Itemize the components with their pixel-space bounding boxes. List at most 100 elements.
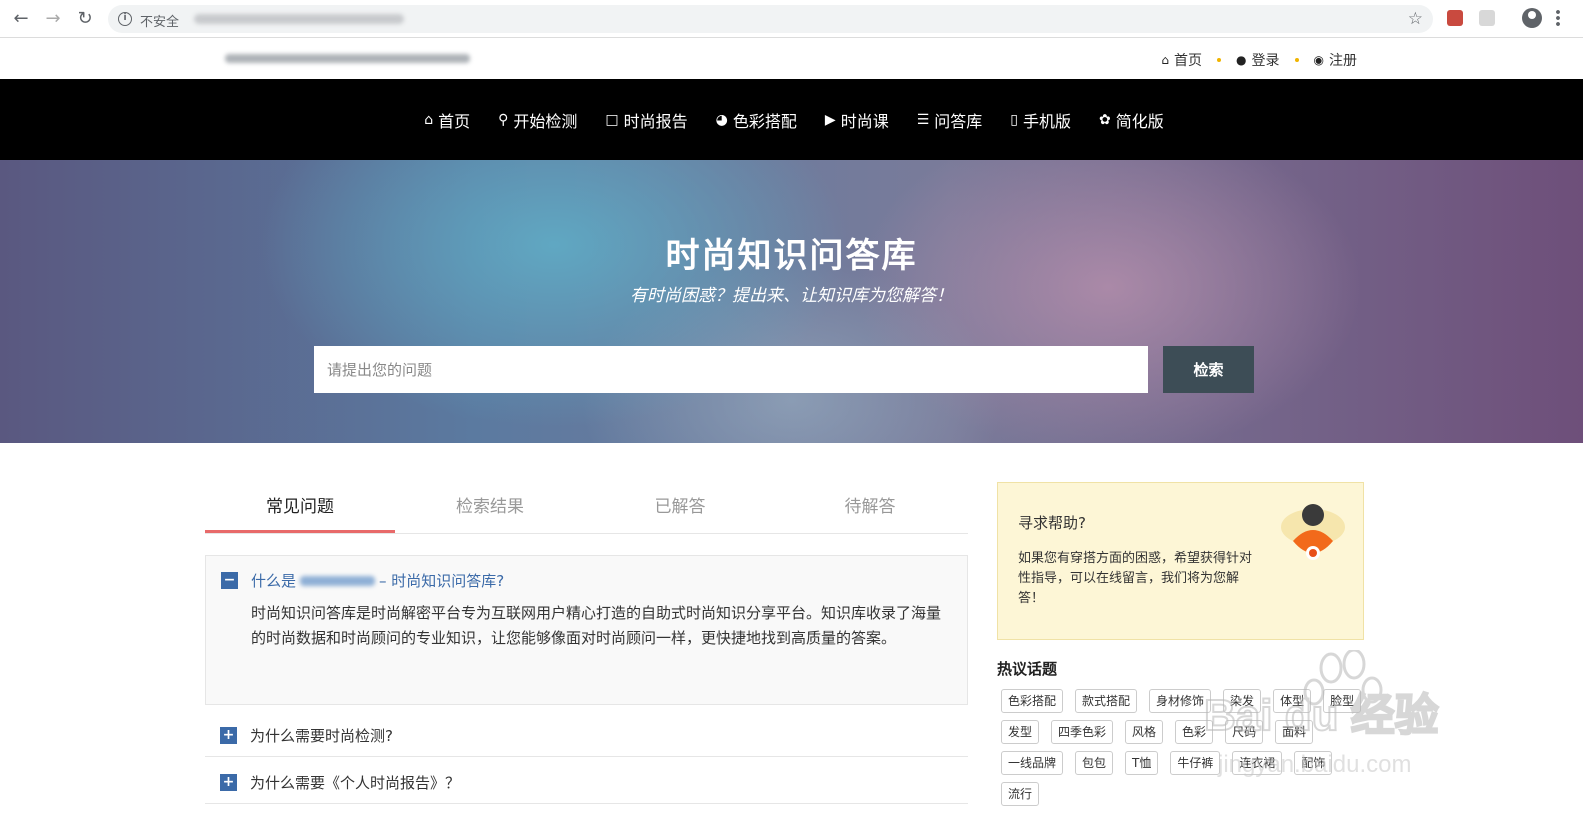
faq-item-expanded: − 什么是 – 时尚知识问答库? 时尚知识问答库是时尚解密平台专为互联网用户精心… [205,555,968,705]
top-link-login-label: 登录 [1251,53,1280,69]
user-icon: ● [1236,53,1247,67]
comments-icon: ◉ [1313,53,1324,67]
top-info-bar: ⌂ 首页 ● 登录 ◉ 注册 [0,38,1583,79]
top-link-login[interactable]: ● 登录 [1236,50,1279,70]
expand-icon[interactable]: + [220,774,237,791]
topic-tag[interactable]: 色彩 [1175,720,1214,744]
back-arrow-icon[interactable]: ← [10,8,32,30]
faq-tabs: 常见问题 检索结果 已解答 待解答 [205,482,968,534]
account-links: ⌂ 首页 ● 登录 ◉ 注册 [1161,50,1357,70]
info-icon[interactable]: i [118,12,132,26]
search-icon: ⚲ [498,111,509,128]
faq-answer: 时尚知识问答库是时尚解密平台专为互联网用户精心打造的自助式时尚知识分享平台。知识… [251,604,942,647]
faq-question-prefix: 什么是 [251,572,297,590]
home-icon: ⌂ [1161,53,1170,67]
topic-tag[interactable]: 色彩搭配 [1001,689,1064,713]
topic-tag[interactable]: 款式搭配 [1075,689,1138,713]
play-circle-icon: ▶ [824,111,836,128]
expand-icon[interactable]: + [220,727,237,744]
bookmark-star-icon[interactable]: ☆ [1408,9,1423,29]
nav-item-label: 色彩搭配 [732,111,797,131]
faq-question[interactable]: 为什么需要《个人时尚报告》？ [250,772,460,793]
forward-arrow-icon[interactable]: → [42,8,64,30]
security-label: 不安全 [140,15,180,30]
pdf-extension-icon[interactable] [1447,10,1463,26]
tab-pending[interactable]: 待解答 [775,482,965,533]
reload-icon[interactable]: ↻ [74,8,96,30]
topic-tag[interactable]: 流行 [1001,782,1040,806]
tab-answered[interactable]: 已解答 [585,482,775,533]
collapse-icon[interactable]: − [221,572,238,589]
help-box: 寻求帮助? 如果您有穿搭方面的困惑，希望获得针对性指导，可以在线留言，我们将为您… [997,482,1364,640]
nav-item-label: 时尚报告 [623,111,688,131]
faq-question-header[interactable]: + 为什么需要时尚检测? [220,725,393,746]
paw-icon: ✿ [1099,111,1111,128]
nav-item-label: 开始检测 [513,111,578,131]
support-agent-icon[interactable] [1279,501,1347,563]
top-link-register[interactable]: ◉ 注册 [1314,50,1357,70]
more-menu-icon[interactable] [1556,9,1560,27]
tag-extension-icon[interactable] [1479,10,1495,26]
mobile-icon: ▯ [1010,111,1018,128]
top-link-home-label: 首页 [1174,53,1203,69]
help-text: 如果您有穿搭方面的困惑，希望获得针对性指导，可以在线留言，我们将为您解答！ [1018,551,1253,606]
topic-tag[interactable]: 脸型 [1323,689,1362,713]
nav-item-qa-library[interactable]: ☰ 问答库 [917,108,983,132]
topic-tag[interactable]: 面料 [1275,720,1314,744]
question-search-input[interactable] [314,346,1148,393]
home-icon: ⌂ [424,111,434,128]
hot-topics-title: 热议话题 [997,660,1058,678]
hero-banner: 时尚知识问答库 有时尚困惑？提出来、让知识库为您解答！ 检索 [0,160,1583,443]
page-subtitle: 有时尚困惑？提出来、让知识库为您解答！ [630,286,953,306]
topic-tag[interactable]: T恤 [1125,751,1159,775]
topic-tag[interactable]: 连衣裙 [1232,751,1283,775]
topic-tag[interactable]: 配饰 [1294,751,1333,775]
blurred-contact-info [225,54,470,63]
pie-chart-icon: ◕ [715,111,728,128]
top-link-register-label: 注册 [1329,53,1357,69]
nav-item-label: 手机版 [1023,111,1072,131]
hot-topics-tags: 色彩搭配 款式搭配 身材修饰 染发 体型 脸型 发型 四季色彩 风格 色彩 尺码… [997,689,1377,813]
main-navigation: ⌂ 首页 ⚲ 开始检测 □ 时尚报告 ◕ 色彩搭配 ▶ 时尚课 ☰ 问答库 ▯ 手机版 ✿ 简化… [0,79,1583,160]
top-link-home[interactable]: ⌂ 首页 [1161,50,1202,70]
faq-question-header[interactable]: − 什么是 – 时尚知识问答库? [221,570,504,591]
nav-item-fashion-course[interactable]: ▶ 时尚课 [825,108,889,132]
tab-search-results[interactable]: 检索结果 [395,482,585,533]
nav-item-simplified[interactable]: ✿ 简化版 [1099,108,1164,132]
nav-item-home[interactable]: ⌂ 首页 [424,108,470,132]
blurred-url [194,14,404,24]
nav-item-fashion-report[interactable]: □ 时尚报告 [605,108,687,132]
topic-tag[interactable]: 体型 [1273,689,1312,713]
topic-tag[interactable]: 发型 [1001,720,1040,744]
blurred-site-name [300,575,376,586]
nav-item-label: 问答库 [934,111,983,131]
tab-common-questions[interactable]: 常见问题 [205,482,395,533]
faq-question-header[interactable]: + 为什么需要《个人时尚报告》？ [220,772,460,793]
profile-icon[interactable] [1522,8,1542,28]
page-title: 时尚知识问答库 [665,236,918,276]
nav-item-label: 简化版 [1115,111,1164,131]
database-icon: ☰ [916,111,930,128]
nav-item-color-matching[interactable]: ◕ 色彩搭配 [716,108,797,132]
faq-question[interactable]: 为什么需要时尚检测? [250,725,393,746]
browser-toolbar: ← → ↻ i 不安全 ☆ [0,0,1583,38]
topic-tag[interactable]: 四季色彩 [1051,720,1114,744]
topic-tag[interactable]: 牛仔裤 [1170,751,1221,775]
address-bar[interactable]: i 不安全 ☆ [108,5,1433,33]
topic-tag[interactable]: 包包 [1075,751,1114,775]
nav-item-start-test[interactable]: ⚲ 开始检测 [498,108,577,132]
topic-tag[interactable]: 一线品牌 [1001,751,1064,775]
folder-icon: □ [605,111,619,128]
topic-tag[interactable]: 风格 [1125,720,1164,744]
topic-tag[interactable]: 身材修饰 [1149,689,1212,713]
topic-tag[interactable]: 尺码 [1225,720,1264,744]
nav-item-label: 时尚课 [840,111,889,131]
nav-item-mobile[interactable]: ▯ 手机版 [1010,108,1071,132]
separator-dot [1217,58,1222,62]
separator-dot [1294,58,1299,62]
faq-item[interactable]: + 为什么需要《个人时尚报告》？ [205,757,968,804]
search-button[interactable]: 检索 [1163,346,1254,393]
topic-tag[interactable]: 染发 [1223,689,1262,713]
faq-item[interactable]: + 为什么需要时尚检测? [205,710,968,757]
faq-question[interactable]: 什么是 – 时尚知识问答库? [251,570,504,591]
